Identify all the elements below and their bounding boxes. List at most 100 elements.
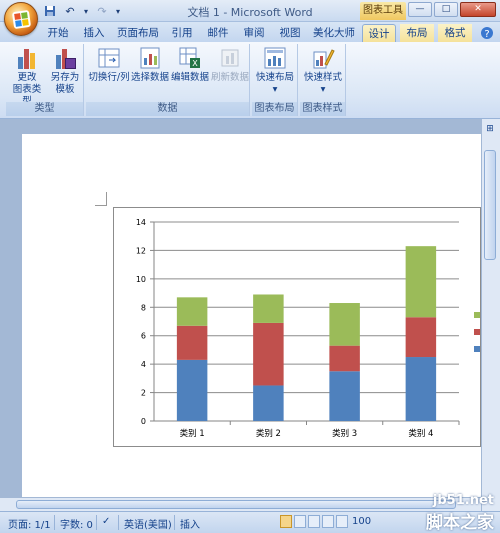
horizontal-scroll-thumb[interactable]	[16, 500, 456, 509]
bar-segment	[253, 322, 284, 386]
quick-layout-icon	[263, 46, 287, 70]
group-type-label: 类型	[6, 102, 83, 116]
bar-segment	[176, 297, 208, 326]
tab-references[interactable]: 引用	[166, 24, 198, 42]
chart-type-icon	[15, 46, 39, 70]
quick-style-dropdown-icon: ▾	[320, 84, 326, 95]
group-chart-style-label: 图表样式	[300, 102, 345, 116]
switch-row-column-label: 切换行/列	[88, 72, 130, 83]
status-word-count[interactable]: 字数: 0	[60, 516, 93, 531]
status-separator	[118, 515, 119, 530]
save-as-template-button[interactable]: 另存为 模板	[48, 46, 82, 96]
group-chart-layout-label: 图表布局	[252, 102, 297, 116]
status-bar: 页面: 1/1 字数: 0 ✓ 英语(美国) 插入 100	[0, 511, 500, 533]
tab-beautify-master[interactable]: 美化大师	[310, 24, 358, 42]
maximize-button[interactable]: □	[434, 2, 458, 17]
select-data-label: 选择数据	[130, 72, 169, 83]
print-layout-view-icon[interactable]	[280, 515, 292, 528]
watermark-domain: jb51.net	[432, 493, 494, 508]
save-as-template-label-2: 模板	[55, 84, 75, 95]
web-layout-icon[interactable]	[308, 515, 320, 528]
quick-layout-dropdown-icon: ▾	[272, 84, 278, 95]
quick-layout-label: 快速布局	[255, 72, 294, 83]
help-icon[interactable]: ?	[478, 24, 496, 42]
title-bar: ↶ ▾ ↷ ▾ 文档 1 - Microsoft Word — □ ✕	[0, 0, 500, 22]
switch-row-column-button[interactable]: 切换行/列	[88, 46, 130, 84]
bar-segment	[405, 246, 437, 318]
tab-layout[interactable]: 布局	[400, 24, 434, 42]
office-button[interactable]	[4, 2, 38, 36]
vertical-scroll-thumb[interactable]	[484, 150, 496, 260]
legend-marker	[474, 312, 480, 318]
office-logo-icon	[11, 9, 32, 30]
outline-view-icon[interactable]	[322, 515, 334, 528]
bar-segment	[253, 294, 284, 323]
save-template-icon	[53, 46, 77, 70]
full-screen-reading-icon[interactable]	[294, 515, 306, 528]
quick-style-button[interactable]: 快速样式 ▾	[302, 46, 344, 96]
x-tick-label: 类别 4	[408, 428, 433, 439]
refresh-data-icon	[218, 46, 242, 70]
y-tick-label: 6	[141, 332, 146, 341]
switch-row-col-icon	[97, 46, 121, 70]
group-data: 切换行/列 选择数据 X 编辑数据 刷新数据 数据	[86, 44, 250, 116]
group-type: 更改 图表类型 另存为 模板 类型	[6, 44, 84, 116]
horizontal-scrollbar[interactable]	[0, 497, 481, 511]
tab-design[interactable]: 设计	[362, 24, 396, 42]
stacked-column-chart: 0 2 4 6 8 10 12 14 类别 1 类别 2 类别 3 类别 4	[136, 218, 480, 439]
y-tick-label: 14	[136, 218, 146, 227]
svg-text:X: X	[192, 59, 198, 68]
close-button[interactable]: ✕	[460, 2, 496, 17]
chart-tools-context-label: 图表工具	[360, 2, 406, 20]
tab-home[interactable]: 开始	[42, 24, 74, 42]
y-tick-label: 2	[141, 389, 146, 398]
site-watermark: jb51.net 脚本之家	[426, 493, 494, 533]
margin-corner-mark	[95, 192, 107, 206]
refresh-data-label: 刷新数据	[210, 72, 249, 83]
status-separator	[174, 515, 175, 530]
y-tick-label: 0	[141, 417, 146, 426]
x-tick-label: 类别 1	[180, 428, 205, 439]
edit-data-label: 编辑数据	[170, 72, 209, 83]
x-tick-label: 类别 2	[256, 428, 281, 439]
status-separator	[96, 515, 97, 530]
select-data-button[interactable]: 选择数据	[130, 46, 170, 84]
zoom-level[interactable]: 100	[352, 516, 371, 527]
bar-segment	[176, 359, 208, 421]
tab-insert[interactable]: 插入	[78, 24, 110, 42]
legend-marker	[474, 346, 480, 352]
tab-review[interactable]: 审阅	[238, 24, 270, 42]
tab-page-layout[interactable]: 页面布局	[114, 24, 162, 42]
refresh-data-button[interactable]: 刷新数据	[210, 46, 250, 84]
group-data-label: 数据	[86, 102, 249, 116]
status-language[interactable]: 英语(美国)	[124, 516, 172, 531]
change-chart-type-button[interactable]: 更改 图表类型	[10, 46, 44, 108]
proofing-icon[interactable]: ✓	[102, 516, 110, 527]
minimize-button[interactable]: —	[408, 2, 432, 17]
bar-segment	[405, 357, 437, 421]
edit-data-button[interactable]: X 编辑数据	[170, 46, 210, 84]
y-tick-label: 10	[136, 275, 146, 284]
bar-segment	[405, 317, 437, 358]
status-page[interactable]: 页面: 1/1	[8, 516, 51, 531]
group-chart-layout: 快速布局 ▾ 图表布局	[252, 44, 298, 116]
draft-view-icon[interactable]	[336, 515, 348, 528]
quick-style-label: 快速样式	[303, 72, 342, 83]
status-separator	[54, 515, 55, 530]
ruler-toggle-icon[interactable]: ⊞	[483, 124, 497, 138]
tab-view[interactable]: 视图	[274, 24, 306, 42]
y-tick-label: 4	[141, 360, 146, 369]
group-chart-style: 快速样式 ▾ 图表样式	[300, 44, 346, 116]
x-tick-label: 类别 3	[332, 428, 357, 439]
tab-format[interactable]: 格式	[438, 24, 472, 42]
save-as-template-label-1: 另存为	[50, 72, 80, 83]
tab-mailings[interactable]: 邮件	[202, 24, 234, 42]
chart-area[interactable]: 0 2 4 6 8 10 12 14 类别 1 类别 2 类别 3 类别 4	[113, 207, 481, 447]
y-tick-label: 12	[136, 246, 146, 255]
quick-layout-button[interactable]: 快速布局 ▾	[254, 46, 296, 96]
legend-marker	[474, 329, 480, 335]
view-buttons	[280, 515, 348, 528]
select-data-icon	[138, 46, 162, 70]
watermark-site-name: 脚本之家	[426, 513, 494, 533]
status-insert-mode[interactable]: 插入	[180, 516, 200, 531]
